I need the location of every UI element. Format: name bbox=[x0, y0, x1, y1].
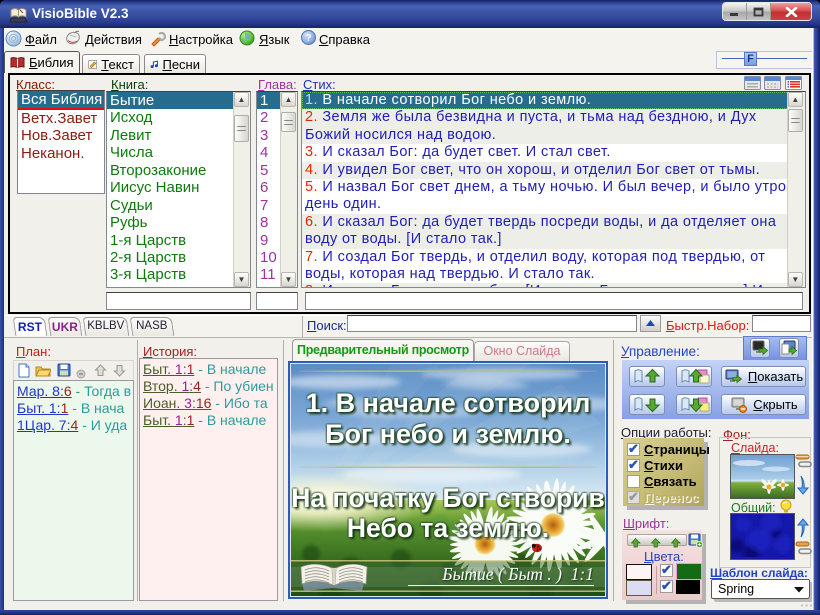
svg-text:?: ? bbox=[305, 33, 311, 44]
